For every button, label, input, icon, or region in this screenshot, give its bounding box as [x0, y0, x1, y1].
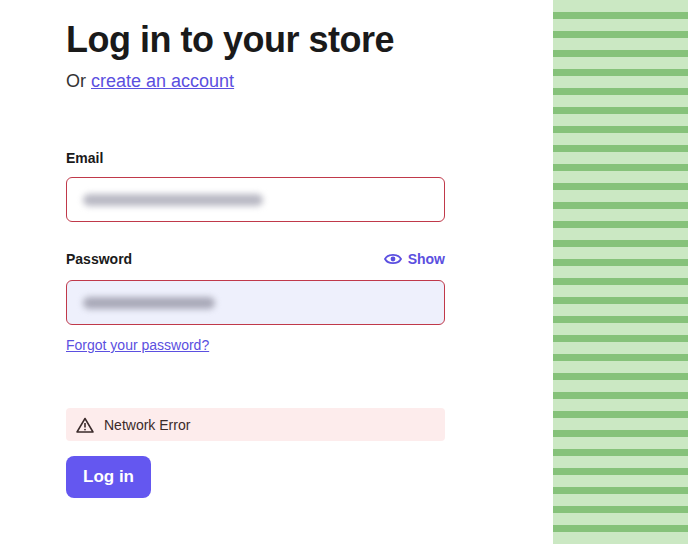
email-input[interactable] — [66, 177, 445, 222]
error-alert: Network Error — [66, 408, 445, 441]
page-heading: Log in to your store — [66, 20, 445, 60]
password-value — [83, 297, 215, 309]
login-form: Log in to your store Orcreate an account… — [0, 0, 553, 544]
eye-icon — [384, 252, 402, 266]
warning-icon — [76, 417, 94, 433]
password-label: Password — [66, 249, 132, 269]
subheading-prefix: Or — [66, 71, 86, 91]
email-label: Email — [66, 148, 445, 168]
show-label: Show — [408, 249, 445, 269]
forgot-password-link[interactable]: Forgot your password? — [66, 335, 209, 355]
password-input[interactable] — [66, 280, 445, 325]
create-account-link[interactable]: create an account — [91, 71, 234, 91]
show-password-toggle[interactable]: Show — [384, 249, 445, 269]
error-message: Network Error — [104, 415, 190, 435]
email-value — [83, 194, 263, 206]
password-label-row: Password Show — [66, 249, 445, 269]
login-page: Log in to your store Orcreate an account… — [0, 0, 688, 544]
login-button[interactable]: Log in — [66, 456, 151, 498]
subheading: Orcreate an account — [66, 68, 445, 94]
decorative-photo — [553, 0, 688, 544]
